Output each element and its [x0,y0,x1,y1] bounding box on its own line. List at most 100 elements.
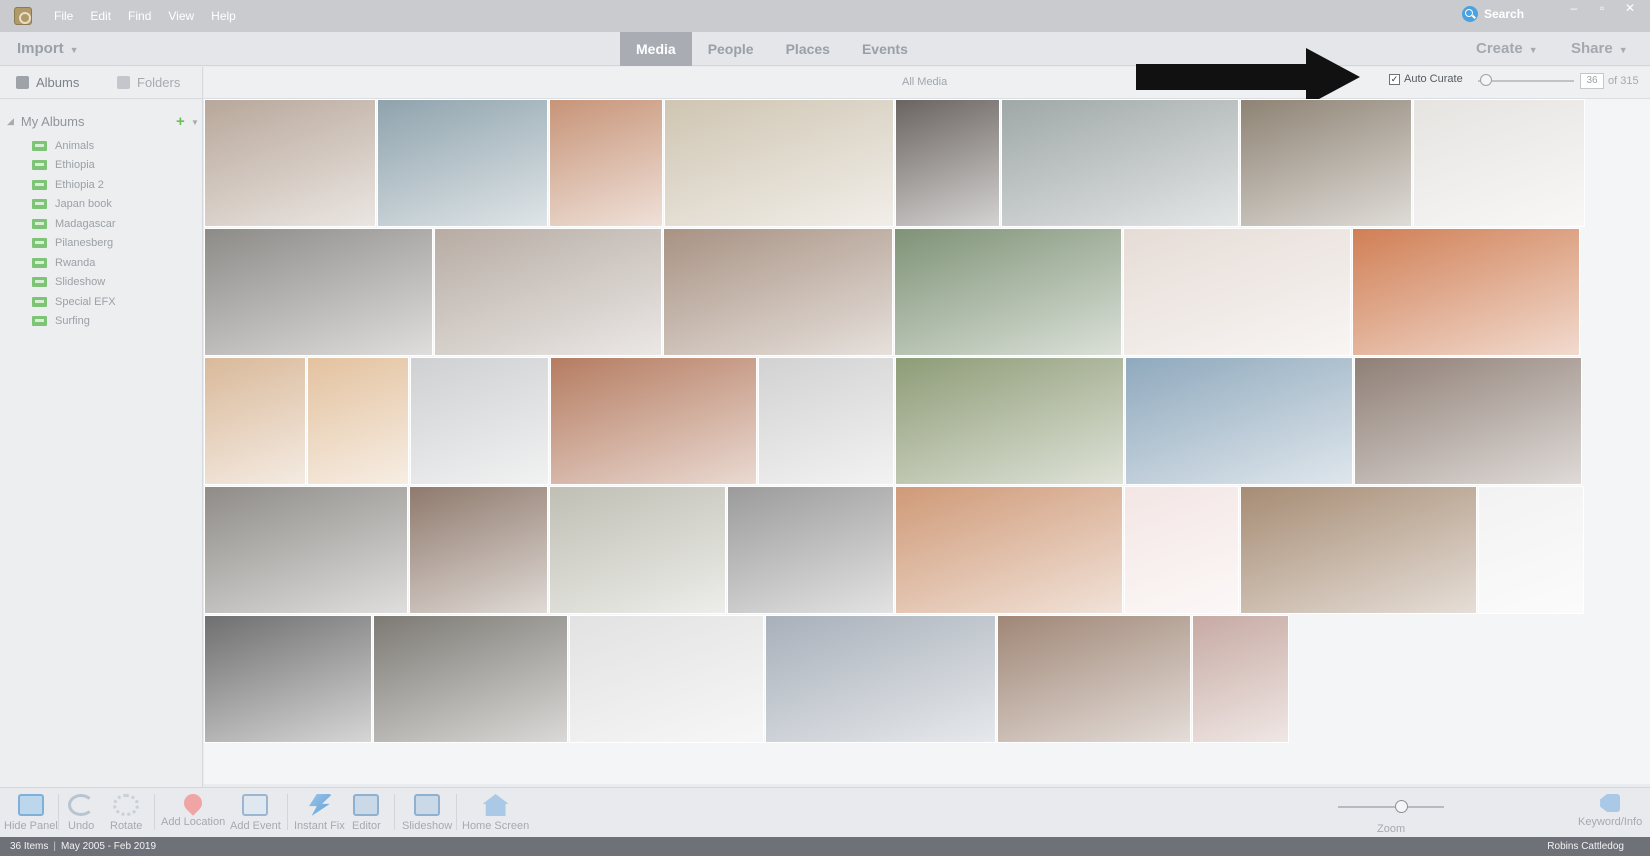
home-screen-button[interactable]: Home Screen [462,794,529,832]
photo-thumbnail[interactable] [894,228,1122,356]
tab-media[interactable]: Media [620,32,692,66]
photo-thumbnail[interactable] [1240,486,1477,614]
photo-thumbnail[interactable] [204,99,376,227]
photo-thumbnail[interactable] [1352,228,1580,356]
tab-folders-label: Folders [137,75,181,90]
import-label: Import [17,40,64,57]
photo-thumbnail[interactable] [1240,99,1412,227]
tab-places[interactable]: Places [770,32,846,66]
album-item[interactable]: Madagascar [0,214,202,234]
tab-people[interactable]: People [692,32,770,66]
hide-panel-button[interactable]: Hide Panel [4,794,58,832]
tab-albums-label: Albums [36,75,80,90]
photo-thumbnail[interactable] [1354,357,1582,485]
album-item[interactable]: Slideshow [0,273,202,293]
album-item[interactable]: Japan book [0,195,202,215]
undo-button[interactable]: Undo [68,794,94,832]
album-item[interactable]: Animals [0,136,202,156]
slideshow-button[interactable]: Slideshow [402,794,452,832]
add-location-button[interactable]: Add Location [161,790,225,828]
album-item[interactable]: Rwanda [0,253,202,273]
instant-fix-button[interactable]: Instant Fix [294,794,345,832]
menu-help[interactable]: Help [211,9,236,23]
album-item[interactable]: Ethiopia 2 [0,175,202,195]
curate-total: of 315 [1608,75,1639,87]
add-album-icon[interactable]: + [176,113,185,130]
curate-slider[interactable] [1478,80,1574,82]
photo-thumbnail[interactable] [1413,99,1585,227]
close-button[interactable]: ✕ [1618,0,1642,18]
photo-thumbnail[interactable] [549,486,726,614]
chevron-down-icon[interactable]: ▼ [191,118,199,127]
my-albums-header[interactable]: ◢ My Albums [0,114,202,129]
photo-thumbnail[interactable] [1123,228,1351,356]
tab-folders[interactable]: Folders [101,67,202,98]
auto-curate-label: Auto Curate [1404,73,1463,85]
photo-thumbnail[interactable] [307,357,409,485]
editor-button[interactable]: Editor [352,794,381,832]
auto-curate-checkbox[interactable]: ✓ [1389,73,1400,85]
import-button[interactable]: Import ▼ [17,40,79,57]
photo-thumbnail[interactable] [410,357,549,485]
main-toolbar: Import ▼ Media People Places Events Creat… [0,32,1650,66]
album-item[interactable]: Special EFX [0,292,202,312]
lightning-icon [308,794,333,816]
photo-thumbnail[interactable] [409,486,548,614]
photo-thumbnail[interactable] [549,99,663,227]
keyword-info-button[interactable]: Keyword/Info [1578,794,1642,828]
menu-edit[interactable]: Edit [90,9,111,23]
photo-thumbnail[interactable] [1124,486,1239,614]
photo-thumbnail[interactable] [1125,357,1353,485]
photo-thumbnail[interactable] [758,357,894,485]
photo-thumbnail[interactable] [727,486,894,614]
tab-albums[interactable]: Albums [0,67,101,98]
album-label: Special EFX [55,295,116,308]
menu-bar: File Edit Find View Help [54,9,236,23]
photo-thumbnail[interactable] [569,615,764,743]
zoom-slider-handle[interactable] [1395,800,1408,813]
photo-thumbnail[interactable] [663,228,893,356]
share-button[interactable]: Share ▼ [1571,40,1628,57]
photo-thumbnail[interactable] [1192,615,1289,743]
photo-thumbnail[interactable] [204,357,306,485]
album-icon [32,296,47,307]
photo-thumbnail[interactable] [895,357,1124,485]
photo-thumbnail[interactable] [204,228,433,356]
photo-thumbnail[interactable] [204,486,408,614]
curate-count-input[interactable]: 36 [1580,73,1604,89]
menu-file[interactable]: File [54,9,73,23]
tab-events[interactable]: Events [846,32,924,66]
album-item[interactable]: Ethiopia [0,156,202,176]
auto-curate-toggle[interactable]: ✓ Auto Curate [1389,73,1463,85]
photo-thumbnail[interactable] [373,615,568,743]
menu-find[interactable]: Find [128,9,151,23]
photo-thumbnail[interactable] [204,615,372,743]
photo-thumbnail[interactable] [377,99,548,227]
photo-thumbnail[interactable] [765,615,996,743]
separator: | [53,841,56,852]
folder-icon [117,76,130,89]
menu-view[interactable]: View [168,9,194,23]
minimize-button[interactable]: – [1562,0,1586,18]
photo-thumbnail[interactable] [895,486,1123,614]
search-label: Search [1484,7,1525,21]
photo-thumbnail[interactable] [1478,486,1584,614]
photo-thumbnail[interactable] [664,99,894,227]
albums-sidebar: Albums Folders ◢ My Albums + ▼ Animals E… [0,67,203,787]
create-button[interactable]: Create ▼ [1476,40,1538,57]
album-item[interactable]: Surfing [0,312,202,332]
search-button[interactable]: Search [1462,6,1524,22]
add-event-button[interactable]: Add Event [230,794,281,832]
maximize-button[interactable]: ▫ [1590,0,1614,18]
zoom-slider[interactable] [1338,806,1444,808]
photo-thumbnail[interactable] [997,615,1191,743]
photo-thumbnail[interactable] [1001,99,1239,227]
collapse-icon[interactable]: ◢ [7,116,14,127]
rotate-button[interactable]: Rotate [110,794,142,832]
photo-thumbnail[interactable] [434,228,662,356]
photo-thumbnail[interactable] [550,357,757,485]
photo-thumbnail[interactable] [895,99,1000,227]
curate-slider-handle[interactable] [1480,74,1492,86]
separator [58,794,59,830]
album-item[interactable]: Pilanesberg [0,234,202,254]
